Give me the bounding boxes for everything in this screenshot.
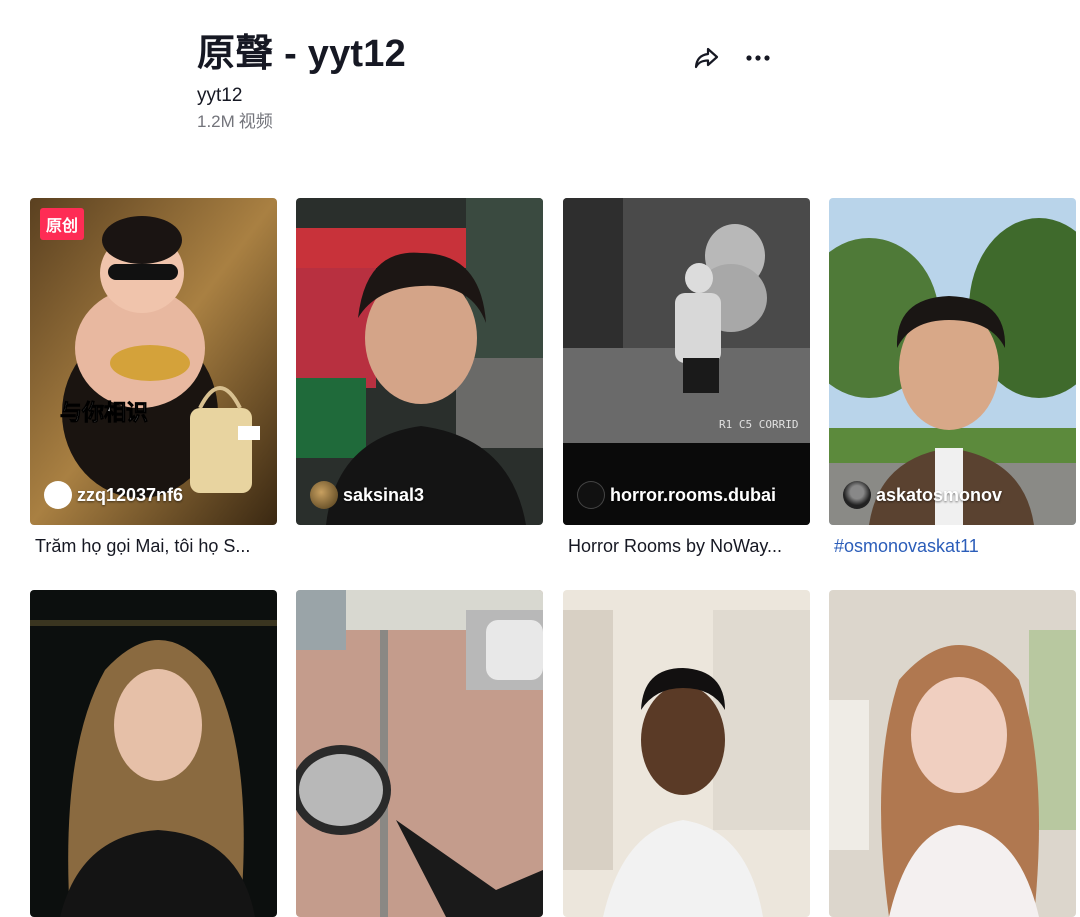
share-arrow-icon — [694, 47, 719, 69]
sound-header: 原聲 - yyt12 yyt12 1.2M 视频 — [197, 32, 406, 133]
sound-author-link[interactable]: yyt12 — [197, 84, 406, 108]
video-thumbnail[interactable]: R1 C5 CORRID horror.rooms.dubai — [563, 198, 810, 525]
creator-name: saksinal3 — [343, 484, 425, 505]
creator-avatar — [310, 481, 338, 509]
video-count: 1.2M 视频 — [197, 111, 406, 133]
video-thumbnail[interactable] — [30, 590, 277, 917]
creator-info[interactable]: saksinal3 — [310, 481, 424, 509]
thumbnail-image — [563, 590, 810, 917]
thumbnail-image — [829, 198, 1076, 525]
creator-info[interactable]: horror.rooms.dubai — [577, 481, 776, 509]
video-thumbnail[interactable] — [296, 590, 543, 917]
sound-title: 原聲 - yyt12 — [197, 33, 406, 75]
video-thumbnail[interactable] — [829, 590, 1076, 917]
video-count-label: 视频 — [238, 112, 273, 131]
overlay-text: 与你相识 — [60, 401, 148, 426]
header-actions — [690, 42, 774, 74]
video-thumbnail[interactable]: saksinal3 — [296, 198, 543, 525]
video-caption-hashtag[interactable]: #osmonovaskat11 — [834, 535, 1074, 557]
creator-avatar — [44, 481, 72, 509]
video-thumbnail[interactable] — [563, 590, 810, 917]
creator-name: horror.rooms.dubai — [610, 484, 777, 505]
thumbnail-image: R1 C5 CORRID — [563, 198, 810, 525]
creator-info[interactable]: zzq12037nf6 — [44, 481, 183, 509]
video-caption[interactable]: Trăm họ gọi Mai, tôi họ S... — [35, 535, 275, 557]
share-button[interactable] — [690, 42, 722, 74]
original-badge: 原创 — [40, 208, 84, 240]
video-caption[interactable]: Horror Rooms by NoWay... — [568, 535, 808, 557]
thumbnail-image — [296, 590, 543, 917]
thumbnail-image: 与你相识 — [30, 198, 277, 525]
creator-name: zzq12037nf6 — [77, 484, 184, 505]
creator-name: askatosmonov — [876, 484, 1003, 505]
thumbnail-image — [30, 590, 277, 917]
video-thumbnail[interactable]: 与你相识 原创 zzq12037nf6 — [30, 198, 277, 525]
video-thumbnail[interactable]: askatosmonov — [829, 198, 1076, 525]
more-options-button[interactable] — [742, 42, 774, 74]
video-count-number: 1.2M — [197, 112, 235, 131]
creator-info[interactable]: askatosmonov — [843, 481, 1002, 509]
creator-avatar — [577, 481, 605, 509]
overlay-text: R1 C5 CORRID — [719, 418, 798, 431]
thumbnail-image — [829, 590, 1076, 917]
thumbnail-image — [296, 198, 543, 525]
more-dots-icon — [746, 55, 770, 61]
creator-avatar — [843, 481, 871, 509]
